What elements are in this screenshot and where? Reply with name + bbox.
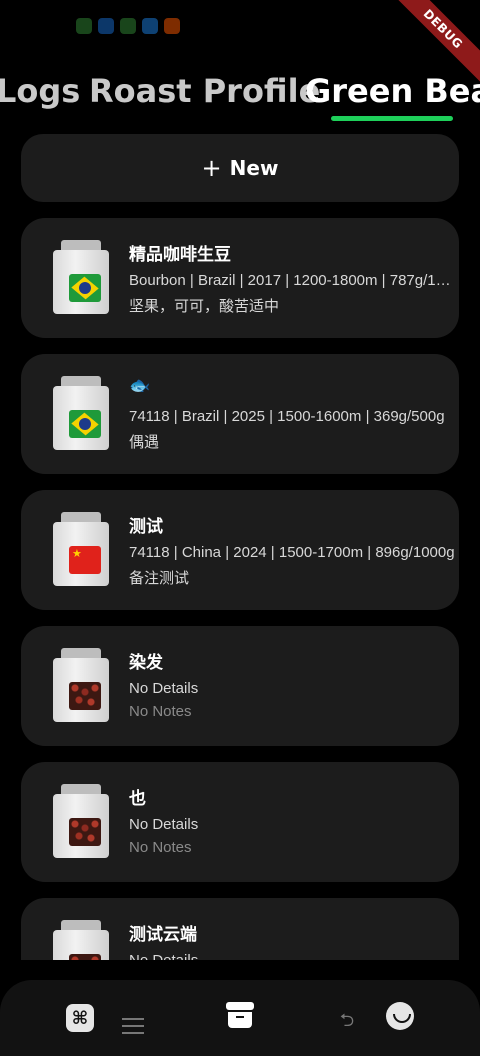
tab-logs[interactable]: Logs	[0, 72, 80, 110]
bean-notes: 坚果，可可，酸苦适中	[129, 298, 280, 315]
bean-name: 测试	[129, 517, 163, 537]
plus-icon: +	[201, 154, 222, 182]
archive-box-icon[interactable]	[226, 1002, 254, 1030]
status-bar-icons	[76, 18, 180, 34]
bean-card[interactable]: 🐟 74118 | Brazil | 2025 | 1500-1600m | 3…	[21, 354, 459, 474]
brazil-flag-icon	[69, 410, 101, 438]
bean-name: 染发	[129, 653, 163, 673]
coffee-beans-icon	[69, 682, 101, 710]
bean-details: No Details	[129, 952, 455, 960]
bean-card[interactable]: 测试 74118 | China | 2024 | 1500-1700m | 8…	[21, 490, 459, 610]
bean-details: 74118 | Brazil | 2025 | 1500-1600m | 369…	[129, 408, 445, 425]
bean-bag-icon	[51, 784, 111, 860]
china-flag-icon	[69, 546, 101, 574]
bean-bag-icon	[51, 648, 111, 724]
menu-icon[interactable]	[122, 1018, 144, 1034]
bean-bag-icon	[51, 376, 111, 452]
status-icon	[164, 18, 180, 34]
back-icon[interactable]: ⮌	[336, 1010, 358, 1032]
bean-details: 74118 | China | 2024 | 1500-1700m | 896g…	[129, 544, 455, 561]
active-tab-indicator	[331, 116, 453, 121]
command-icon[interactable]: ⌘	[66, 1004, 94, 1032]
bean-notes: No Notes	[129, 839, 192, 856]
status-icon	[142, 18, 158, 34]
bean-bag-icon	[51, 920, 111, 960]
new-bean-button[interactable]: + New	[21, 134, 459, 202]
bean-bag-icon	[51, 512, 111, 588]
coffee-beans-icon	[69, 954, 101, 960]
bean-notes: 偶遇	[129, 434, 160, 451]
bean-name: 精品咖啡生豆	[129, 245, 231, 265]
bean-card[interactable]: 染发 No Details No Notes	[21, 626, 459, 746]
bean-name: 测试云端	[129, 925, 197, 945]
tab-roast-profile[interactable]: Roast Profile	[89, 72, 320, 110]
bean-details: Bourbon | Brazil | 2017 | 1200-1800m | 7…	[129, 272, 455, 289]
bean-bag-icon	[51, 240, 111, 316]
bean-notes: 备注测试	[129, 570, 190, 587]
bean-name: 也	[129, 789, 146, 809]
bean-card[interactable]: 测试云端 No Details	[21, 898, 459, 960]
new-button-label: New	[229, 156, 279, 180]
green-bean-list[interactable]: + New 精品咖啡生豆 Bourbon | Brazil | 2017 | 1…	[0, 132, 480, 960]
bean-card[interactable]: 也 No Details No Notes	[21, 762, 459, 882]
bean-card[interactable]: 精品咖啡生豆 Bourbon | Brazil | 2017 | 1200-18…	[21, 218, 459, 338]
bean-details: No Details	[129, 816, 199, 833]
bottom-nav: ⌘ ⮌	[0, 980, 480, 1056]
status-icon	[98, 18, 114, 34]
coffee-beans-icon	[69, 818, 101, 846]
bean-notes: No Notes	[129, 703, 192, 720]
status-icon	[120, 18, 136, 34]
smile-face-icon[interactable]	[386, 1002, 414, 1030]
status-icon	[76, 18, 92, 34]
bean-name: 🐟	[129, 376, 151, 396]
tab-green-bean[interactable]: Green Bean	[305, 72, 480, 110]
brazil-flag-icon	[69, 274, 101, 302]
bean-details: No Details	[129, 680, 199, 697]
